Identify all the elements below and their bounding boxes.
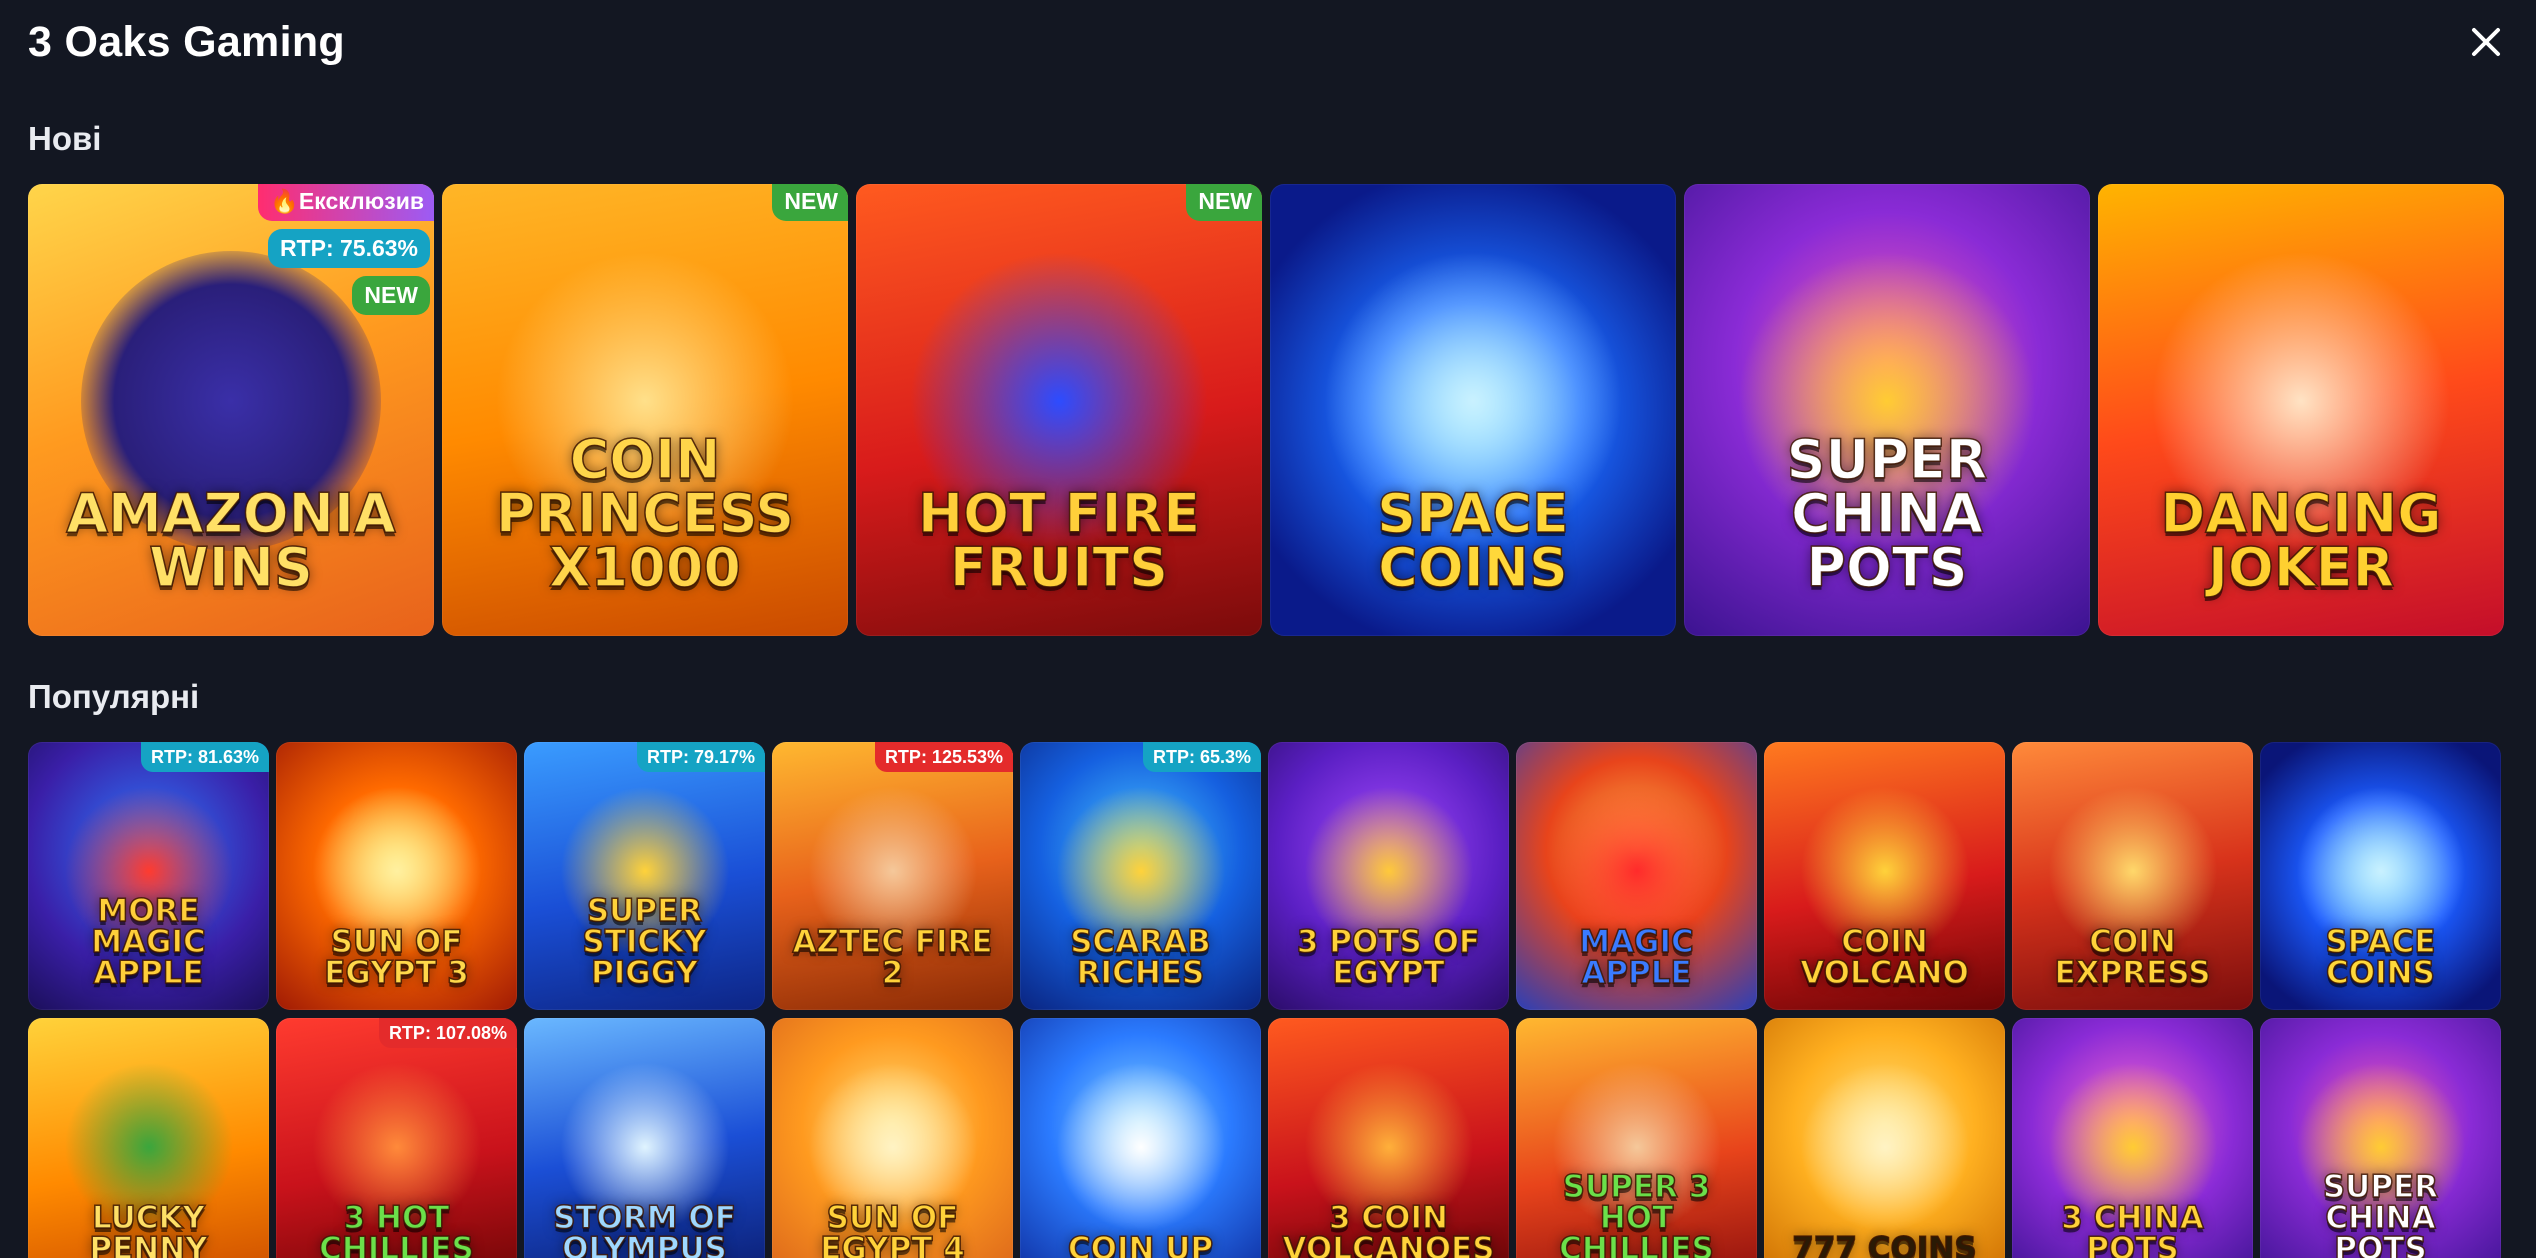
game-tile[interactable]: SUPER 3 HOT CHILLIES [1516,1018,1757,1258]
game-tile[interactable]: SCARAB RICHES RTP: 65.3% [1020,742,1261,1010]
rtp-badge: RTP: 65.3% [1142,742,1261,772]
game-tile[interactable]: AMAZONIA WINS 🔥Ексклюзив RTP: 75.63% NEW [28,184,434,636]
game-title: SPACE COINS [2325,923,2437,991]
provider-games-page: 3 Oaks Gaming Нові AMAZONIA WINS 🔥Ексклюз… [0,0,2536,1258]
badge-stack: RTP: 125.53% [874,742,1013,772]
game-tile[interactable]: SUPER CHINA POTS [1684,184,2090,636]
new-badge: NEW [772,184,848,221]
game-title: SUN OF EGYPT 4 [819,1199,965,1258]
game-title: HOT FIRE FRUITS [917,482,1201,600]
popular-games-row-1: MORE MAGIC APPLE RTP: 81.63% SUN OF EGYPT … [28,742,2501,1010]
badge-stack: RTP: 65.3% [1142,742,1261,772]
game-title: SUPER CHINA POTS [2322,1168,2439,1258]
badge-stack: RTP: 107.08% [378,1018,517,1048]
game-title: AMAZONIA WINS [66,482,397,600]
rtp-badge: RTP: 79.17% [636,742,765,772]
new-badge: NEW [1186,184,1262,221]
game-tile[interactable]: SPACE COINS [1270,184,1676,636]
game-title: COIN VOLCANO [1799,923,1969,991]
game-tile[interactable]: SUN OF EGYPT 4 [772,1018,1013,1258]
rtp-badge: RTP: 81.63% [140,742,269,772]
game-tile[interactable]: 3 COIN VOLCANOES [1268,1018,1509,1258]
game-title: 3 HOT CHILLIES [318,1199,474,1258]
game-title: DANCING JOKER [2160,482,2443,600]
rtp-badge: RTP: 75.63% [267,229,430,268]
game-title: 3 CHINA POTS [2060,1199,2204,1258]
game-tile[interactable]: SPACE COINS [2260,742,2501,1010]
header: 3 Oaks Gaming [28,16,2508,68]
game-tile[interactable]: COIN EXPRESS [2012,742,2253,1010]
close-icon [2472,28,2500,56]
game-title: LUCKY PENNY [89,1199,209,1258]
badge-stack: RTP: 79.17% [636,742,765,772]
badge-stack: 🔥Ексклюзив RTP: 75.63% NEW [258,184,434,315]
section-title-new: Нові [28,120,102,157]
game-tile[interactable]: 3 POTS OF EGYPT [1268,742,1509,1010]
game-title: SUPER STICKY PIGGY [582,892,708,991]
new-badge: NEW [352,276,430,315]
rtp-badge: RTP: 125.53% [874,742,1013,772]
game-title: 3 POTS OF EGYPT [1296,923,1481,991]
exclusive-badge: 🔥Ексклюзив [258,184,434,221]
game-tile[interactable]: DANCING JOKER [2098,184,2504,636]
game-title: 777 COINS [1792,1230,1978,1258]
game-art [1055,1061,1226,1232]
game-title: AZTEC FIRE 2 [792,923,994,991]
game-art [1799,1061,1970,1232]
game-tile[interactable]: HOT FIRE FRUITS NEW [856,184,1262,636]
game-title: SPACE COINS [1376,482,1569,600]
game-title: SUN OF EGYPT 3 [323,923,469,991]
game-tile[interactable]: 777 COINS [1764,1018,2005,1258]
game-tile[interactable]: 3 HOT CHILLIES RTP: 107.08% [276,1018,517,1258]
game-tile[interactable]: COIN VOLCANO [1764,742,2005,1010]
game-tile[interactable]: SUN OF EGYPT 3 [276,742,517,1010]
game-tile[interactable]: LUCKY PENNY [28,1018,269,1258]
game-title: COIN EXPRESS [2054,923,2212,991]
game-tile[interactable]: 3 CHINA POTS [2012,1018,2253,1258]
game-title: STORM OF OLYMPUS [552,1199,736,1258]
badge-stack: RTP: 81.63% [140,742,269,772]
page-title: 3 Oaks Gaming [28,17,345,66]
game-title: COIN PRINCESS X1000 [495,428,795,600]
game-title: MAGIC APPLE [1578,923,1694,991]
game-tile[interactable]: AZTEC FIRE 2 RTP: 125.53% [772,742,1013,1010]
game-title: SUPER CHINA POTS [1786,428,1988,600]
game-tile[interactable]: MORE MAGIC APPLE RTP: 81.63% [28,742,269,1010]
game-title: 3 COIN VOLCANOES [1282,1199,1496,1258]
section-title-popular: Популярні [28,678,200,715]
new-games-row: AMAZONIA WINS 🔥Ексклюзив RTP: 75.63% NEW COI… [28,184,2504,636]
badge-stack: NEW [772,184,848,221]
game-tile[interactable]: STORM OF OLYMPUS [524,1018,765,1258]
game-title: SUPER 3 HOT CHILLIES [1558,1168,1714,1258]
popular-games-row-2: LUCKY PENNY 3 HOT CHILLIES RTP: 107.08% STO… [28,1018,2501,1258]
close-button[interactable] [2464,20,2508,64]
game-tile[interactable]: COIN UP [1020,1018,1261,1258]
game-tile[interactable]: SUPER CHINA POTS [2260,1018,2501,1258]
game-title: MORE MAGIC APPLE [90,892,206,991]
game-tile[interactable]: COIN PRINCESS X1000 NEW [442,184,848,636]
game-title: SCARAB RICHES [1069,923,1211,991]
badge-stack: NEW [1186,184,1262,221]
game-tile[interactable]: SUPER STICKY PIGGY RTP: 79.17% [524,742,765,1010]
game-title: COIN UP [1067,1230,1214,1258]
game-tile[interactable]: MAGIC APPLE [1516,742,1757,1010]
rtp-badge: RTP: 107.08% [378,1018,517,1048]
